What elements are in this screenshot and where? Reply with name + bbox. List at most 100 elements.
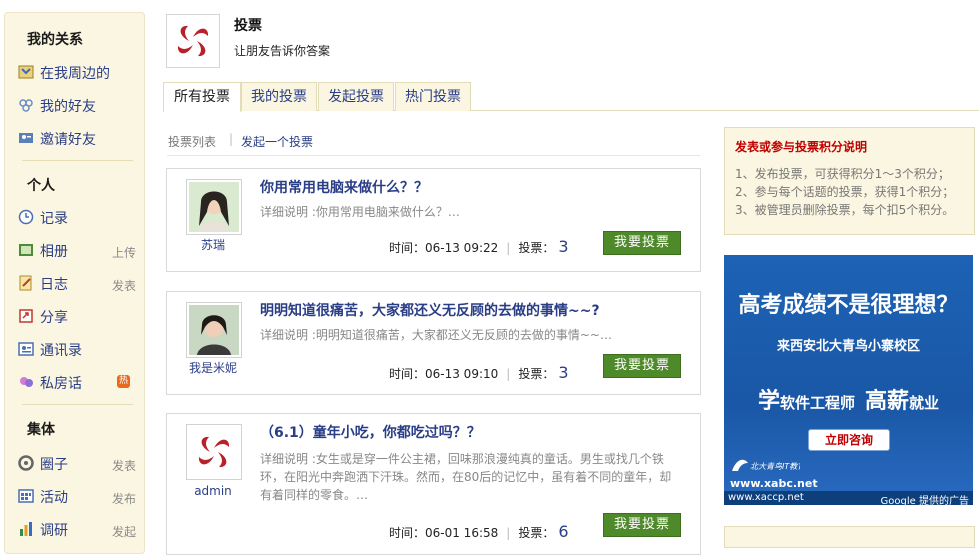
sidebar-item-share[interactable]: 分享 bbox=[18, 305, 136, 329]
sidebar-item-label: 记录 bbox=[40, 211, 68, 227]
ad-slogan: 学软件工程师 高薪就业 bbox=[724, 383, 973, 415]
poll-description: 详细说明 :你用常用电脑来做什么？… bbox=[260, 205, 460, 219]
sidebar-item-label: 日志 bbox=[40, 277, 68, 293]
poll-meta: 时间：06-01 16:58 | 投票： 6 bbox=[389, 522, 569, 541]
poll-card: 我是米妮 明明知道很痛苦，大家都还义无反顾的去做的事情~~? 详细说明 :明明知… bbox=[166, 291, 701, 395]
sidebar-divider bbox=[22, 404, 133, 405]
ad-url[interactable]: www.xaccp.net bbox=[728, 492, 804, 503]
subnav-divider bbox=[167, 155, 700, 156]
sidebar-item-album[interactable]: 相册 上传 bbox=[18, 239, 136, 263]
sidebar-item-label: 私房话 bbox=[40, 376, 82, 392]
publish-activity-link[interactable]: 发布 bbox=[112, 490, 136, 507]
subnav-separator: | bbox=[229, 132, 234, 146]
pinwheel-logo-icon bbox=[177, 25, 209, 57]
subnav-poll-list[interactable]: 投票列表 bbox=[168, 133, 216, 150]
ad-logo-text: 北大青鸟IT教育 bbox=[750, 462, 800, 471]
tab-all-polls[interactable]: 所有投票 bbox=[163, 82, 241, 112]
start-survey-link[interactable]: 发起 bbox=[112, 523, 136, 540]
sidebar-item-records[interactable]: 记录 bbox=[18, 206, 136, 230]
vote-button[interactable]: 我要投票 bbox=[603, 354, 681, 378]
poll-vote-count: 6 bbox=[558, 522, 569, 541]
poll-vote-count: 3 bbox=[558, 237, 569, 256]
poll-votes-label: 投票： bbox=[518, 367, 555, 381]
sidebar-item-circle[interactable]: 圈子 发表 bbox=[18, 452, 136, 476]
sidebar-item-label: 圈子 bbox=[40, 457, 68, 473]
poll-author[interactable]: 我是米妮 bbox=[167, 359, 259, 376]
sidebar-item-label: 分享 bbox=[40, 310, 68, 326]
bird-logo-icon: 北大青鸟IT教育 bbox=[730, 455, 807, 479]
publish-journal-link[interactable]: 发表 bbox=[112, 277, 136, 294]
points-info-title: 发表或参与投票积分说明 bbox=[735, 140, 868, 154]
avatar[interactable] bbox=[186, 179, 242, 235]
poll-card: 苏瑞 你用常用电脑来做什么？？ 详细说明 :你用常用电脑来做什么？… 时间：06… bbox=[166, 168, 701, 272]
poll-author[interactable]: 苏瑞 bbox=[167, 236, 259, 253]
sidebar-item-label: 相册 bbox=[40, 244, 68, 260]
ad-provider[interactable]: Google 提供的广告 bbox=[881, 492, 969, 505]
poll-author[interactable]: admin bbox=[167, 484, 259, 498]
right-panel-next-box bbox=[724, 526, 975, 548]
ad-subline: 来西安北大青鸟小寨校区 bbox=[776, 339, 920, 354]
avatar-photo bbox=[189, 182, 239, 232]
album-icon bbox=[19, 244, 33, 256]
ad-slogan-part: 软件工程师 bbox=[779, 394, 855, 412]
sidebar-item-journal[interactable]: 日志 发表 bbox=[18, 272, 136, 296]
tab-my-polls[interactable]: 我的投票 bbox=[241, 82, 317, 111]
poll-time: 时间：06-13 09:22 bbox=[389, 241, 499, 255]
sidebar-item-contacts[interactable]: 通讯录 bbox=[18, 338, 136, 362]
page-subtitle: 让朋友告诉你答案 bbox=[234, 44, 331, 58]
ad-slogan-part: 就业 bbox=[909, 394, 940, 412]
sidebar-item-label: 活动 bbox=[40, 490, 68, 506]
survey-icon bbox=[20, 522, 32, 536]
poll-time: 时间：06-01 16:58 bbox=[389, 526, 499, 540]
avatar[interactable] bbox=[186, 302, 242, 358]
poll-votes-label: 投票： bbox=[518, 241, 555, 255]
sidebar-item-activity[interactable]: 活动 发布 bbox=[18, 485, 136, 509]
google-ad-banner[interactable]: 高考成绩不是很理想？ 来西安北大青鸟小寨校区 学软件工程师 高薪就业 立即咨询 北… bbox=[724, 255, 973, 505]
sidebar-item-private-chat[interactable]: 私房话 热 bbox=[18, 371, 136, 395]
vote-app-logo bbox=[166, 14, 220, 68]
vote-button[interactable]: 我要投票 bbox=[603, 513, 681, 537]
ad-footer-bar: www.xaccp.net Google 提供的广告 bbox=[724, 491, 973, 505]
chat-icon bbox=[20, 377, 33, 387]
sidebar-item-invite[interactable]: 邀请好友 bbox=[18, 127, 136, 151]
sidebar-item-nearby[interactable]: 在我周边的 bbox=[18, 61, 136, 85]
poll-card: admin （6.1）童年小吃，你都吃过吗？？ 详细说明 :女生或是穿一件公主裙… bbox=[166, 413, 701, 555]
circle-icon bbox=[18, 455, 34, 471]
tab-hot-polls[interactable]: 热门投票 bbox=[395, 82, 471, 111]
points-rule: 3、被管理员删除投票，每个扣5个积分。 bbox=[735, 203, 955, 217]
poll-title[interactable]: 你用常用电脑来做什么？？ bbox=[260, 177, 428, 197]
left-sidebar: 我的关系 在我周边的 我的好友 邀请好友 个人 记录 相册 上传 日志 发表 分… bbox=[4, 12, 145, 554]
sidebar-item-label: 我的好友 bbox=[40, 99, 96, 115]
journal-icon bbox=[19, 275, 32, 291]
hot-badge: 热 bbox=[117, 375, 130, 388]
invite-icon bbox=[19, 133, 33, 143]
points-rule: 1、发布投票，可获得积分1～3个积分； bbox=[735, 167, 950, 181]
ad-slogan-part: 学 bbox=[757, 389, 780, 414]
ad-slogan-part: 高薪 bbox=[865, 389, 910, 414]
publish-circle-link[interactable]: 发表 bbox=[112, 457, 136, 474]
poll-meta: 时间：06-13 09:10 | 投票： 3 bbox=[389, 363, 569, 382]
sidebar-item-friends[interactable]: 我的好友 bbox=[18, 94, 136, 118]
poll-votes-label: 投票： bbox=[518, 526, 555, 540]
poll-title[interactable]: （6.1）童年小吃，你都吃过吗？？ bbox=[260, 422, 481, 442]
sidebar-item-label: 邀请好友 bbox=[40, 132, 96, 148]
sidebar-item-survey[interactable]: 调研 发起 bbox=[18, 518, 136, 542]
ad-consult-button[interactable]: 立即咨询 bbox=[808, 429, 890, 451]
avatar-photo bbox=[189, 305, 239, 355]
sidebar-divider bbox=[22, 160, 133, 161]
tab-create-poll[interactable]: 发起投票 bbox=[318, 82, 394, 111]
upload-link[interactable]: 上传 bbox=[112, 244, 136, 261]
sidebar-item-label: 通讯录 bbox=[40, 343, 82, 359]
poll-title[interactable]: 明明知道很痛苦，大家都还义无反顾的去做的事情~~? bbox=[260, 300, 600, 320]
contacts-icon bbox=[18, 342, 34, 356]
pinwheel-logo-icon bbox=[198, 436, 230, 468]
activity-icon bbox=[18, 489, 34, 503]
group-title-collective: 集体 bbox=[27, 422, 55, 438]
subnav-create-poll[interactable]: 发起一个投票 bbox=[241, 133, 313, 150]
group-title-relations: 我的关系 bbox=[27, 32, 83, 48]
vote-button[interactable]: 我要投票 bbox=[603, 231, 681, 255]
poll-description: 详细说明 :明明知道很痛苦，大家都还义无反顾的去做的事情~~… bbox=[260, 328, 612, 342]
share-icon bbox=[19, 309, 33, 323]
avatar[interactable] bbox=[186, 424, 242, 480]
poll-time: 时间：06-13 09:10 bbox=[389, 367, 499, 381]
